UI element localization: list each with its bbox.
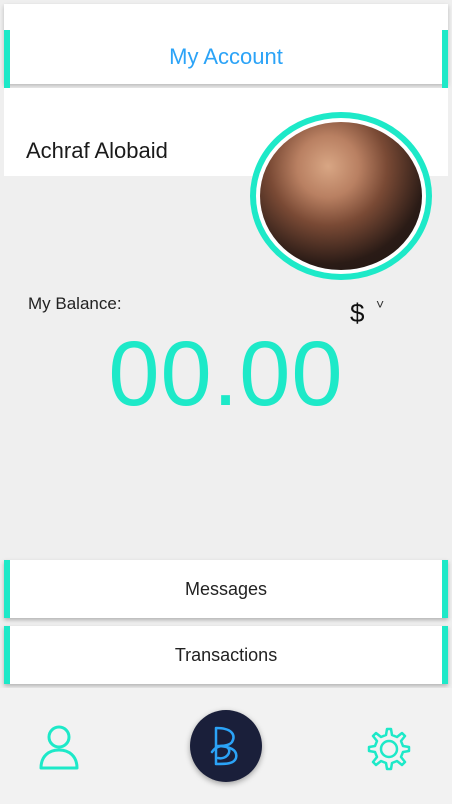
profile-name: Achraf Alobaid	[26, 138, 168, 163]
avatar[interactable]	[250, 112, 432, 280]
avatar-photo	[260, 122, 422, 270]
chevron-down-icon[interactable]: ˅	[376, 296, 384, 312]
settings-gear-icon[interactable]	[366, 726, 412, 772]
transactions-label: Transactions	[174, 645, 278, 665]
header: My Account	[4, 4, 448, 88]
messages-label: Messages	[184, 579, 268, 599]
transactions-button[interactable]: Transactions	[4, 626, 448, 684]
profile-icon[interactable]	[38, 724, 80, 770]
balance-amount: 00.00	[108, 323, 344, 425]
balance-label: My Balance:	[28, 294, 122, 313]
home-button[interactable]	[190, 710, 262, 782]
messages-button[interactable]: Messages	[4, 560, 448, 618]
page-title: My Account	[169, 44, 283, 69]
brand-b-logo-icon	[210, 726, 238, 766]
